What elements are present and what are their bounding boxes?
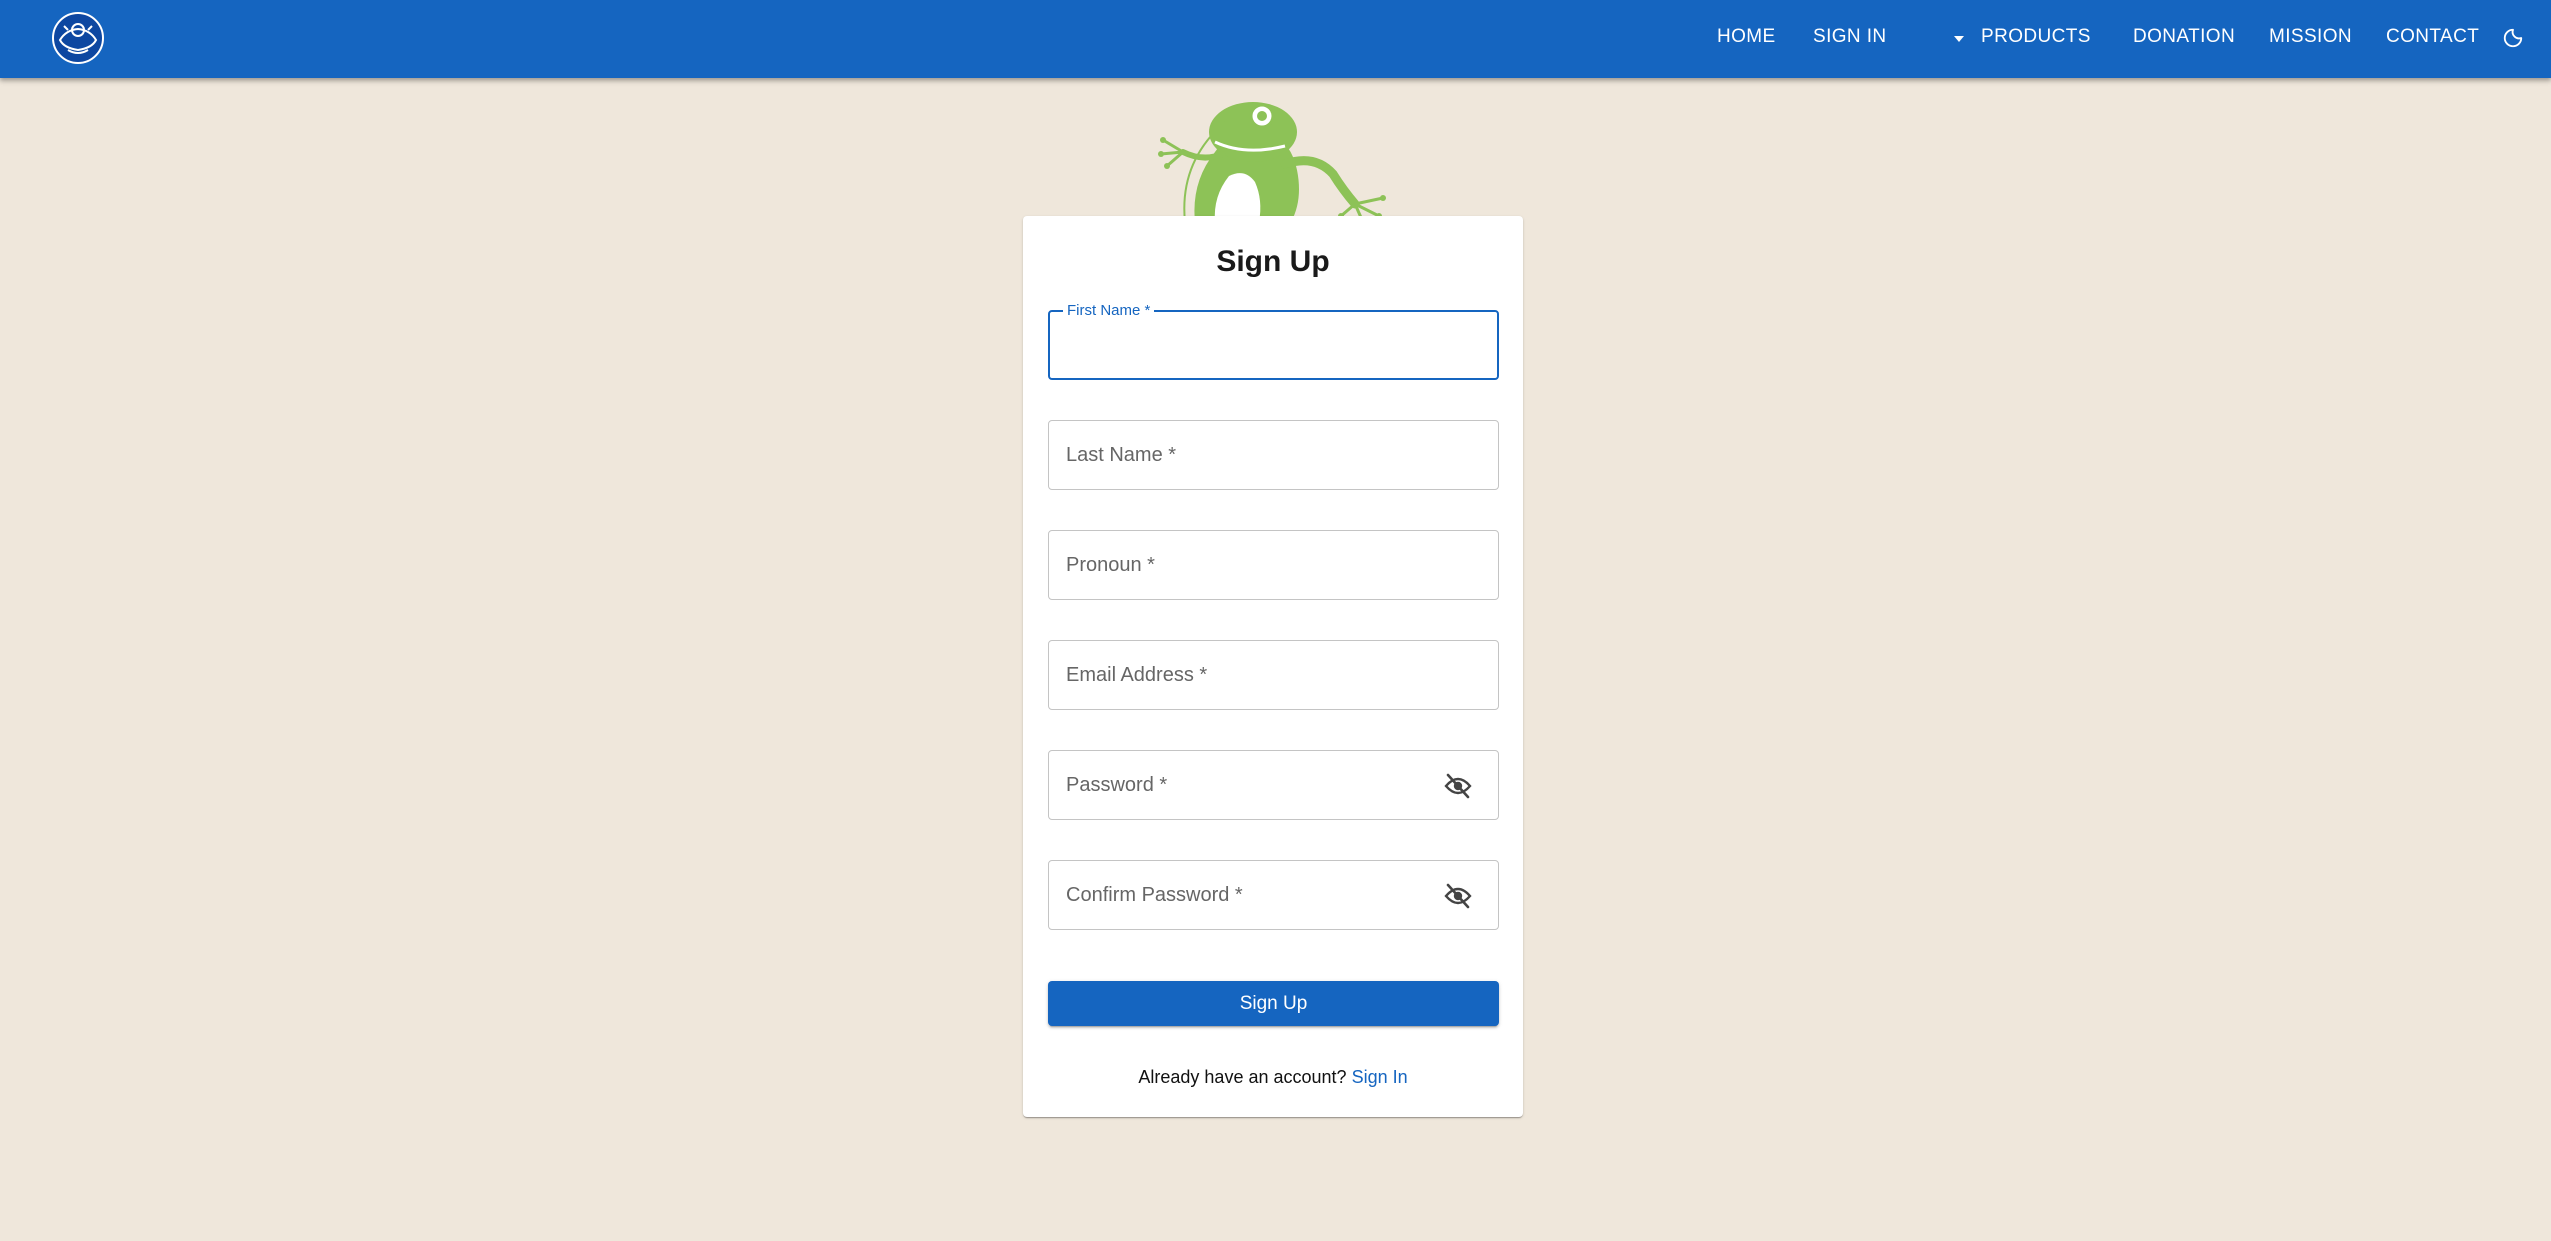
pronoun-input[interactable]: [1051, 533, 1496, 597]
nav-contact[interactable]: CONTACT: [2386, 0, 2479, 78]
confirm-password-field[interactable]: Confirm Password *: [1048, 860, 1499, 930]
nav-products[interactable]: PRODUCTS: [1981, 0, 2091, 78]
email-field[interactable]: Email Address *: [1048, 640, 1499, 710]
sign-in-prompt-text: Already have an account?: [1138, 1067, 1347, 1087]
eye-off-icon[interactable]: [1444, 773, 1472, 799]
nav-home[interactable]: HOME: [1717, 0, 1776, 78]
password-input[interactable]: [1051, 753, 1438, 817]
page-title: Sign Up: [1216, 245, 1330, 278]
frog-illustration: [1145, 94, 1401, 225]
first-name-input[interactable]: [1052, 314, 1495, 376]
password-field[interactable]: Password *: [1048, 750, 1499, 820]
sign-in-prompt: Already have an account? Sign In: [1023, 1066, 1523, 1088]
app-bar: HOME SIGN IN PRODUCTS DONATION MISSION C…: [0, 0, 2551, 78]
logo-icon[interactable]: [50, 10, 106, 66]
confirm-password-input[interactable]: [1051, 863, 1438, 927]
nav-sign-in[interactable]: SIGN IN: [1813, 0, 1887, 78]
eye-off-icon[interactable]: [1444, 883, 1472, 909]
sign-up-card: Sign Up First Name * Last Name * Pronoun…: [1023, 216, 1523, 1117]
last-name-field[interactable]: Last Name *: [1048, 420, 1499, 490]
nav-donation[interactable]: DONATION: [2133, 0, 2235, 78]
first-name-field[interactable]: First Name *: [1048, 303, 1499, 380]
moon-icon[interactable]: [2502, 27, 2524, 49]
caret-down-icon[interactable]: [1949, 0, 1969, 78]
last-name-input[interactable]: [1051, 423, 1496, 487]
nav-mission[interactable]: MISSION: [2269, 0, 2352, 78]
sign-up-button[interactable]: Sign Up: [1048, 981, 1499, 1026]
sign-in-link[interactable]: Sign In: [1352, 1067, 1408, 1087]
email-input[interactable]: [1051, 643, 1496, 707]
pronoun-field[interactable]: Pronoun *: [1048, 530, 1499, 600]
